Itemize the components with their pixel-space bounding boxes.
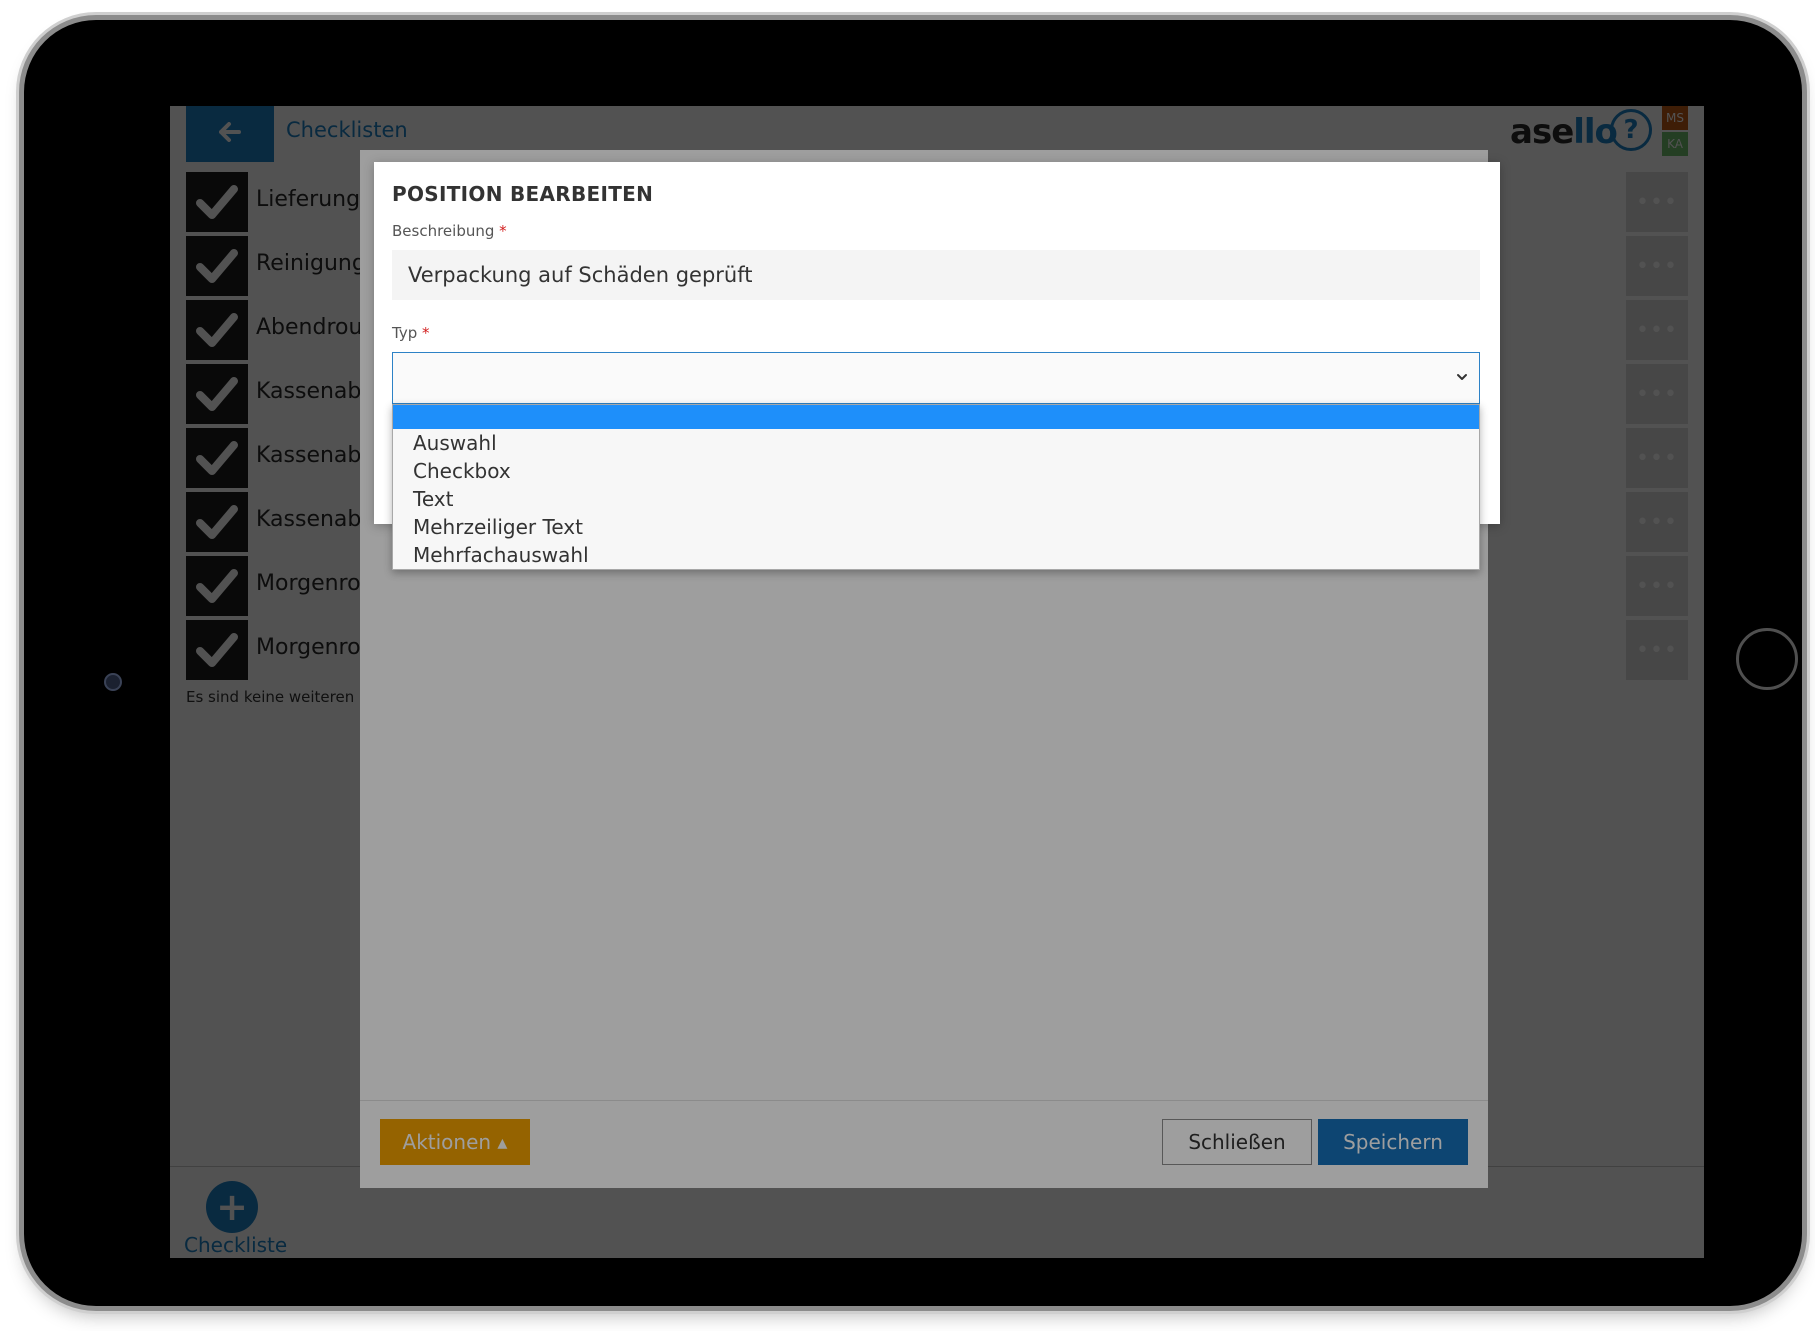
description-input[interactable]: Verpackung auf Schäden geprüft — [392, 250, 1480, 300]
description-label: Beschreibung * — [392, 222, 507, 240]
description-value: Verpackung auf Schäden geprüft — [408, 263, 753, 287]
dropdown-option-mehrfachauswahl[interactable]: Mehrfachauswahl — [393, 541, 1479, 569]
required-mark: * — [499, 222, 507, 240]
description-label-text: Beschreibung — [392, 222, 495, 240]
camera-icon — [104, 673, 122, 691]
dropdown-option-mehrzeiliger-text[interactable]: Mehrzeiliger Text — [393, 513, 1479, 541]
dropdown-option-empty[interactable] — [393, 405, 1479, 429]
chevron-down-icon — [1455, 369, 1469, 383]
dropdown-option-checkbox[interactable]: Checkbox — [393, 457, 1479, 485]
required-mark: * — [422, 324, 430, 342]
type-label-text: Typ — [392, 324, 418, 342]
type-dropdown-list: Auswahl Checkbox Text Mehrzeiliger Text … — [392, 404, 1480, 570]
dropdown-option-auswahl[interactable]: Auswahl — [393, 429, 1479, 457]
dropdown-option-text[interactable]: Text — [393, 485, 1479, 513]
tablet-frame: Checklisten asello ? MS KA Lieferung A •… — [24, 20, 1802, 1306]
home-button[interactable] — [1736, 628, 1798, 690]
type-label: Typ * — [392, 324, 430, 342]
screen: Checklisten asello ? MS KA Lieferung A •… — [170, 106, 1704, 1258]
modal-title: POSITION BEARBEITEN — [392, 182, 654, 206]
type-select[interactable] — [392, 352, 1480, 404]
